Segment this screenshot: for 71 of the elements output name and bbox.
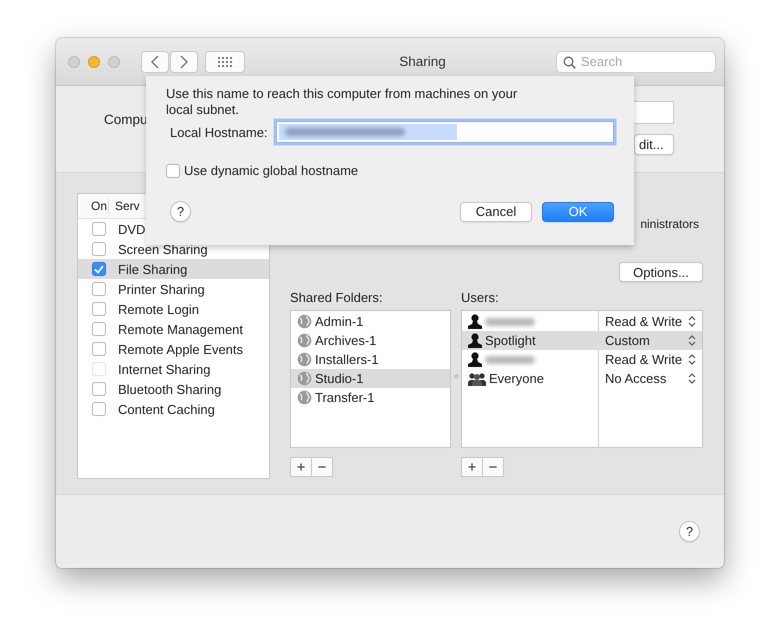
service-row[interactable]: Remote Apple Events [78, 339, 269, 359]
forward-button[interactable] [170, 50, 198, 72]
folder-row[interactable]: Studio-1 [291, 369, 450, 388]
users-label: Users: [461, 290, 500, 306]
folder-row[interactable]: Admin-1 [291, 312, 450, 331]
checkbox[interactable] [92, 382, 106, 396]
user-row[interactable]: Read & Write [462, 350, 702, 369]
minimize-button[interactable] [88, 56, 100, 68]
stepper-icon[interactable] [688, 334, 696, 347]
checkbox[interactable] [92, 282, 106, 296]
checkbox[interactable] [92, 222, 106, 236]
chevron-right-icon [180, 54, 188, 68]
zoom-button[interactable] [108, 56, 120, 68]
close-button[interactable] [68, 56, 80, 68]
user-row[interactable]: Spotlight Custom [462, 331, 702, 350]
stepper-icon[interactable] [688, 372, 696, 385]
column-header[interactable]: Serv [115, 199, 140, 213]
edit-button[interactable]: dit... [634, 134, 674, 155]
back-button[interactable] [141, 50, 169, 72]
show-all-button[interactable] [205, 50, 245, 72]
people-icon [468, 372, 486, 386]
hostname-label: Local Hostname: [169, 124, 269, 140]
globe-icon [297, 390, 312, 405]
service-row[interactable]: Bluetooth Sharing [78, 379, 269, 399]
service-row[interactable]: File Sharing [78, 259, 269, 279]
globe-icon [297, 314, 312, 329]
user-row[interactable]: Everyone No Access [462, 369, 702, 388]
folder-row[interactable]: Archives-1 [291, 331, 450, 350]
access-note: ninistrators [640, 217, 699, 233]
hostname-field[interactable] [276, 121, 614, 143]
checkbox-label: Use dynamic global hostname [184, 163, 358, 178]
stepper-icon[interactable] [688, 353, 696, 366]
service-row[interactable]: Printer Sharing [78, 279, 269, 299]
add-button[interactable]: + [461, 457, 483, 477]
remove-button[interactable]: − [311, 457, 333, 477]
computer-name-field[interactable] [632, 101, 674, 124]
checkbox[interactable] [92, 242, 106, 256]
folder-row[interactable]: Transfer-1 [291, 388, 450, 407]
stepper-icon[interactable] [688, 315, 696, 328]
computer-name-label: Compu [104, 112, 148, 128]
window-title: Sharing [398, 54, 447, 69]
cancel-button[interactable]: Cancel [460, 202, 532, 222]
person-icon [468, 352, 482, 367]
service-row[interactable]: Remote Management [78, 319, 269, 339]
chevron-left-icon [151, 54, 159, 68]
checkbox[interactable] [92, 302, 106, 316]
person-icon [468, 314, 482, 329]
options-button[interactable]: Options... [619, 262, 703, 282]
column-header[interactable]: On [78, 199, 109, 213]
globe-icon [297, 371, 312, 386]
checkbox[interactable] [166, 164, 180, 178]
grid-icon [218, 56, 232, 66]
checkbox[interactable] [92, 322, 106, 336]
user-row[interactable]: Read & Write [462, 312, 702, 331]
globe-icon [297, 333, 312, 348]
checkbox[interactable] [92, 402, 106, 416]
globe-icon [297, 352, 312, 367]
shared-folders-label: Shared Folders: [290, 290, 384, 306]
remove-button[interactable]: − [482, 457, 504, 477]
help-button[interactable]: ? [679, 521, 700, 542]
search-field[interactable]: Search [556, 50, 716, 72]
service-row[interactable]: Remote Login [78, 299, 269, 319]
folder-row[interactable]: Installers-1 [291, 350, 450, 369]
splitter-handle[interactable] [454, 374, 459, 379]
add-button[interactable]: + [290, 457, 312, 477]
person-icon [468, 333, 482, 348]
help-button[interactable]: ? [170, 201, 191, 222]
service-row[interactable]: Content Caching [78, 399, 269, 419]
checkbox[interactable] [92, 262, 106, 276]
sheet-message: Use this name to reach this computer from machines on your local subnet. [166, 86, 518, 118]
checkbox[interactable] [92, 342, 106, 356]
